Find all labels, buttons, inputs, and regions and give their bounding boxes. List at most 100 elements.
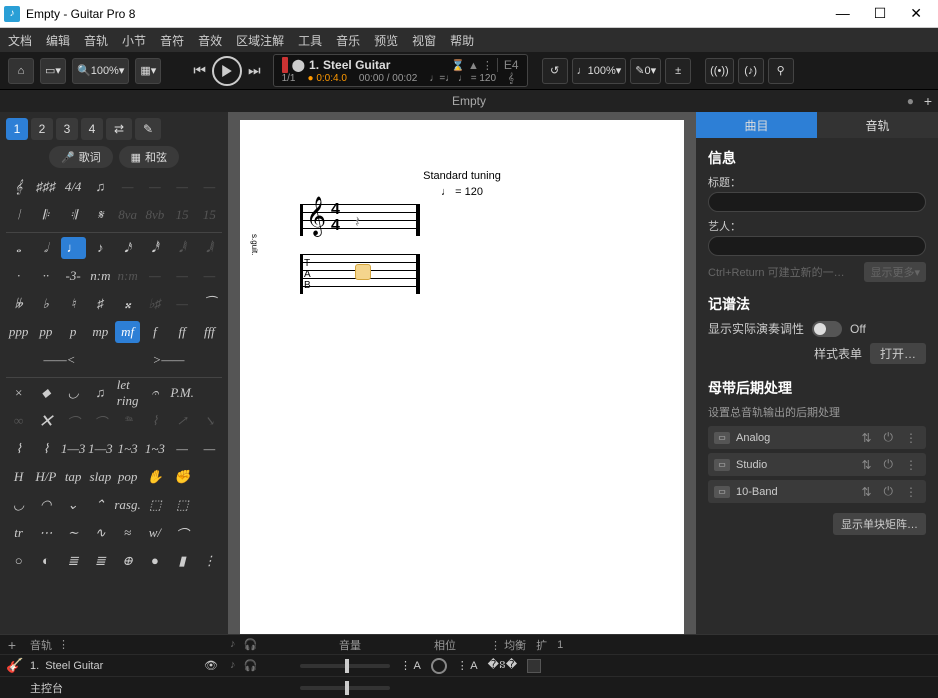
- design-mode-button[interactable]: ✎: [135, 118, 161, 140]
- coda-icon[interactable]: 𝄋: [88, 204, 113, 226]
- minimize-button[interactable]: —: [836, 5, 850, 22]
- decrescendo-icon[interactable]: >——: [115, 349, 222, 371]
- palm-icon[interactable]: ✋: [142, 466, 167, 488]
- double-flat-icon[interactable]: 𝄫: [6, 293, 31, 315]
- mute-icon[interactable]: ♪: [230, 638, 236, 651]
- artist-input[interactable]: [708, 236, 926, 256]
- show-more-button[interactable]: 显示更多▾: [864, 262, 926, 282]
- repeat-end-icon[interactable]: 𝄇: [61, 204, 86, 226]
- open-style-button[interactable]: 打开…: [870, 343, 926, 364]
- half-note-icon[interactable]: 𝅗𝅥: [33, 237, 58, 259]
- fx-power-icon[interactable]: ⏻: [881, 430, 897, 445]
- grid-button[interactable]: ▦▾: [135, 58, 161, 84]
- clef-icon[interactable]: 𝄞: [6, 176, 31, 198]
- display-tuning-toggle[interactable]: [812, 321, 842, 337]
- menu-note[interactable]: 音符: [160, 32, 184, 49]
- menu-edit[interactable]: 编辑: [46, 32, 70, 49]
- mp-icon[interactable]: mp: [88, 321, 113, 343]
- menu-bar[interactable]: 小节: [122, 32, 146, 49]
- home-button[interactable]: ⌂: [8, 58, 34, 84]
- track-row-1[interactable]: 🎸 1. Steel Guitar 👁 ♪🎧 ⋮ A ⋮ A �ន�: [0, 654, 938, 676]
- menu-track[interactable]: 音轨: [84, 32, 108, 49]
- voice-2-button[interactable]: 2: [31, 118, 53, 140]
- fx-menu-icon[interactable]: ⋮: [902, 431, 920, 445]
- zoom-button[interactable]: 🔍 100% ▾: [72, 58, 129, 84]
- barline-icon[interactable]: 𝄀: [6, 204, 31, 226]
- lyrics-button[interactable]: 🎤 歌词: [49, 146, 113, 168]
- tab-track[interactable]: 音轨: [817, 112, 938, 138]
- fx-row-10band[interactable]: ▭ 10-Band ⇅⏻⋮: [708, 480, 926, 503]
- rasg-icon[interactable]: rasg.: [114, 494, 140, 516]
- menu-effects[interactable]: 音效: [198, 32, 222, 49]
- tuplet-icon[interactable]: -3-: [61, 265, 86, 287]
- fff-icon[interactable]: fff: [197, 321, 222, 343]
- octave-icon[interactable]: 8va: [115, 204, 140, 226]
- add-track-button[interactable]: +: [0, 637, 24, 653]
- voice-1-button[interactable]: 1: [6, 118, 28, 140]
- menu-tools[interactable]: 工具: [298, 32, 322, 49]
- voice-4-button[interactable]: 4: [81, 118, 103, 140]
- sharp-icon[interactable]: ♯: [88, 293, 113, 315]
- menu-file[interactable]: 文档: [8, 32, 32, 49]
- prev-button[interactable]: ⏮: [193, 62, 206, 79]
- pop-icon[interactable]: pop: [115, 466, 140, 488]
- document-tab[interactable]: Empty: [452, 94, 486, 108]
- menu-sound[interactable]: 音乐: [336, 32, 360, 49]
- standard-staff[interactable]: 𝄞 44 𝄽: [300, 204, 654, 236]
- linein-button[interactable]: ⚲: [768, 58, 794, 84]
- headphone-icon[interactable]: 🎧: [244, 638, 258, 651]
- visibility-icon[interactable]: 👁: [204, 659, 218, 672]
- flat-icon[interactable]: ♭: [33, 293, 58, 315]
- sharps-icon[interactable]: ♯♯♯: [33, 176, 58, 198]
- next-button[interactable]: ⏭: [248, 62, 261, 79]
- fx-updown-icon[interactable]: ⇅: [858, 431, 874, 445]
- timesig-icon[interactable]: 4/4: [61, 176, 86, 198]
- master-volume-slider[interactable]: [300, 686, 390, 690]
- tie-icon[interactable]: ⁀: [197, 293, 222, 315]
- close-button[interactable]: ✕: [910, 5, 922, 22]
- tuner-button[interactable]: ((•)): [705, 58, 734, 84]
- sixteenth-note-icon[interactable]: 𝅘𝅥𝅯: [115, 237, 140, 259]
- whole-note-icon[interactable]: 𝅝: [6, 237, 31, 259]
- edit-cursor[interactable]: [355, 264, 371, 280]
- menu-window[interactable]: 视窗: [412, 32, 436, 49]
- track-info[interactable]: ⬤ 1. Steel Guitar ⌛ ▲ ⋮ E4 1/1 ● 0:0:4.0…: [273, 54, 528, 87]
- crescendo-icon[interactable]: ——<: [6, 349, 113, 371]
- f-icon[interactable]: f: [142, 321, 167, 343]
- voice-3-button[interactable]: 3: [56, 118, 78, 140]
- eighth-note-icon[interactable]: ♪: [88, 237, 113, 259]
- eq-button[interactable]: �ន�: [488, 658, 518, 674]
- speed-button[interactable]: ♩ 100% ▾: [572, 58, 627, 84]
- fx-row-analog[interactable]: ▭ Analog ⇅ ⏻ ⋮: [708, 426, 926, 449]
- maximize-button[interactable]: ☐: [874, 5, 887, 22]
- auto-pan[interactable]: ⋮ A: [457, 659, 478, 672]
- dead-note-icon[interactable]: ✕: [33, 410, 58, 432]
- mf-icon[interactable]: mf: [115, 321, 140, 343]
- play-button[interactable]: [212, 56, 242, 86]
- score-view[interactable]: Standard tuning ♩ = 120 s.guit. 𝄞 44 𝄽 T…: [228, 112, 696, 658]
- pp-icon[interactable]: pp: [33, 321, 58, 343]
- menu-view[interactable]: 预览: [374, 32, 398, 49]
- pan-knob[interactable]: [431, 658, 447, 674]
- capo-button[interactable]: ✎ 0 ▾: [630, 58, 661, 84]
- chords-button[interactable]: ▦ 和弦: [119, 146, 179, 168]
- master-row[interactable]: 主控台: [0, 676, 938, 698]
- fx-row-studio[interactable]: ▭ Studio ⇅⏻⋮: [708, 453, 926, 476]
- transpose-button[interactable]: ±: [665, 58, 691, 84]
- volume-slider[interactable]: [300, 664, 390, 668]
- menu-section[interactable]: 区域注解: [236, 32, 284, 49]
- tap-icon[interactable]: tap: [61, 466, 86, 488]
- natural-icon[interactable]: ♮: [61, 293, 86, 315]
- tab-song[interactable]: 曲目: [696, 112, 817, 138]
- p-icon[interactable]: p: [61, 321, 86, 343]
- metronome-button[interactable]: (♪): [738, 58, 764, 84]
- ff-icon[interactable]: ff: [170, 321, 195, 343]
- double-dot-icon[interactable]: ··: [33, 265, 58, 287]
- new-tab-button[interactable]: +: [924, 93, 932, 109]
- repeat-icon[interactable]: 𝄆: [33, 204, 58, 226]
- double-sharp-icon[interactable]: 𝄪: [115, 293, 140, 315]
- title-input[interactable]: [708, 192, 926, 212]
- dot-icon[interactable]: ·: [6, 265, 31, 287]
- tab-staff[interactable]: TAB: [300, 254, 654, 294]
- insert-slot[interactable]: [527, 659, 541, 673]
